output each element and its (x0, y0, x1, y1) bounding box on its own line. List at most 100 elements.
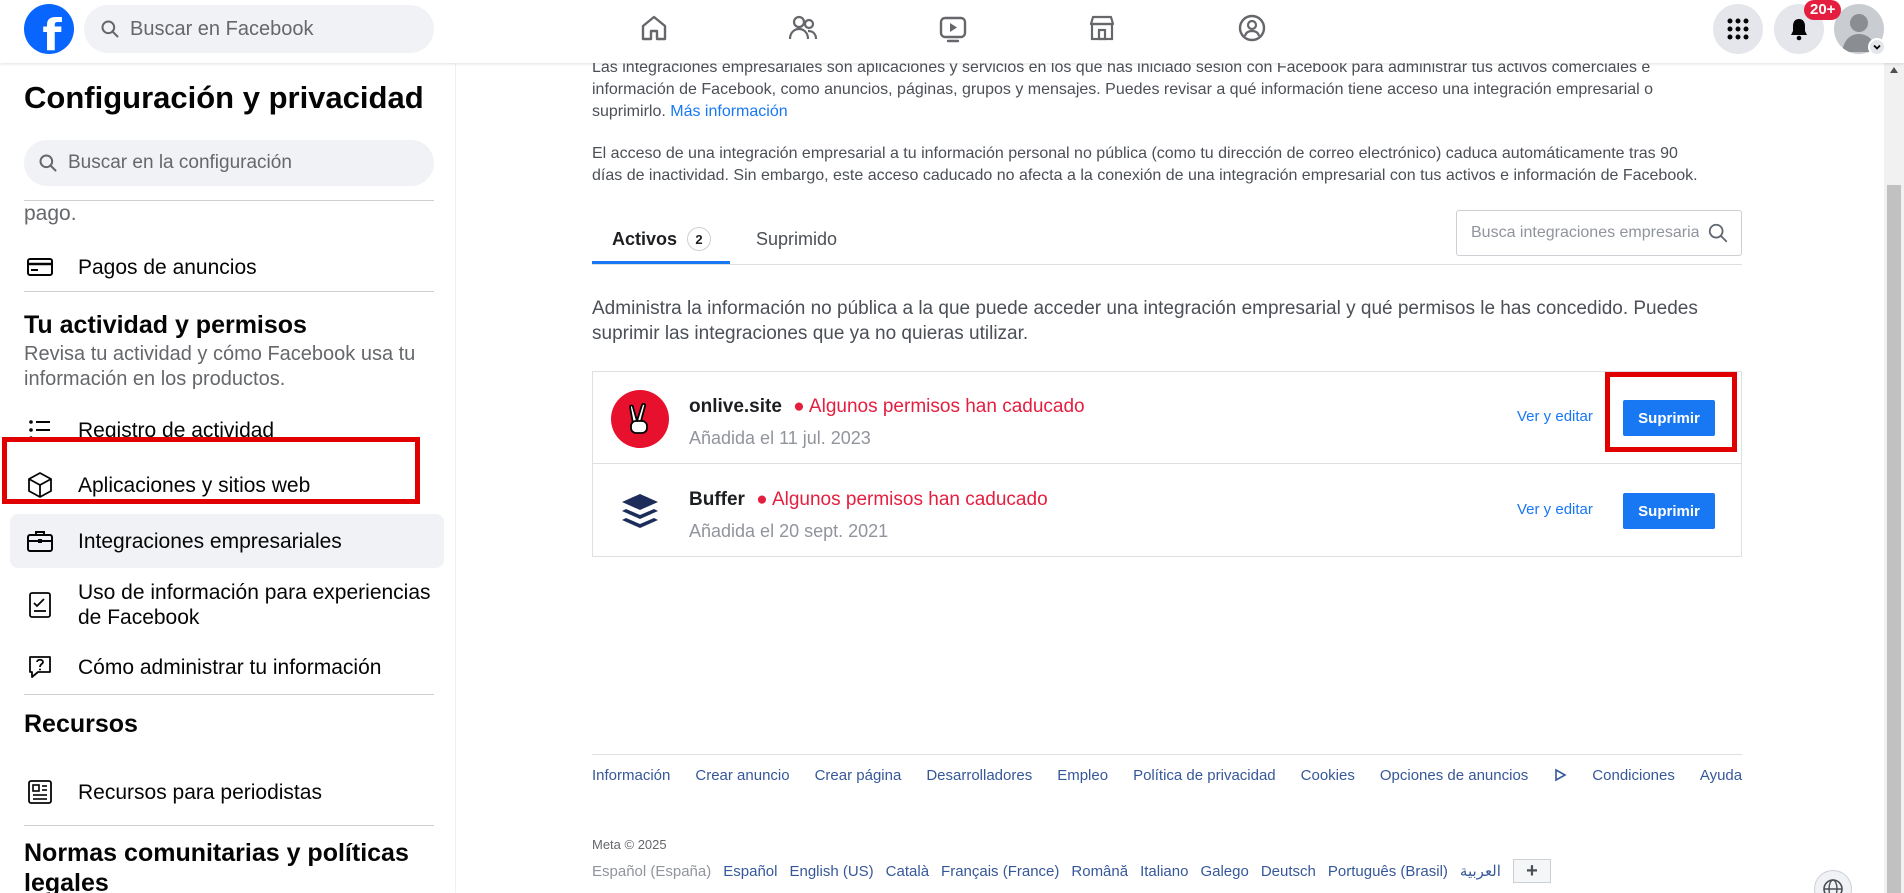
question-bubble-icon (24, 651, 56, 683)
footer-link[interactable]: Cookies (1301, 767, 1355, 784)
integration-search-placeholder: Busca integraciones empresariales (1471, 224, 1699, 241)
sidebar-item-ad-payments[interactable]: Pagos de anuncios (10, 247, 444, 287)
highlight-box (1605, 372, 1737, 452)
warning-text: Algunos permisos han caducado (771, 489, 1048, 510)
footer-links: Información Crear anuncio Crear página D… (592, 767, 1767, 784)
grid-icon (1727, 18, 1749, 40)
footer-link[interactable]: Política de privacidad (1133, 767, 1276, 784)
newspaper-icon (24, 776, 56, 808)
divider (24, 200, 434, 201)
sidebar-item-label: Cómo administrar tu información (78, 655, 382, 679)
language-link[interactable]: العربية (1460, 862, 1501, 880)
integration-name: Buffer ● Algunos permisos han caducado (689, 489, 1048, 511)
language-link[interactable]: Română (1071, 863, 1128, 880)
more-languages-button[interactable]: + (1512, 859, 1551, 883)
warning-text: Algunos permisos han caducado (808, 396, 1085, 417)
briefcase-icon (24, 525, 56, 557)
checklist-icon (24, 589, 56, 621)
tab-active-label: Activos (612, 228, 678, 249)
truncated-text: pago. (24, 202, 77, 225)
integration-date: Añadida el 20 sept. 2021 (689, 521, 889, 541)
footer-link[interactable]: Condiciones (1592, 767, 1675, 784)
facebook-logo-letter: f (42, 10, 62, 55)
sidebar-item-business-integrations[interactable]: Integraciones empresariales (10, 514, 444, 568)
expiry-paragraph: El acceso de una integración empresarial… (592, 145, 1698, 184)
scroll-up-arrow-icon[interactable] (1890, 67, 1898, 73)
language-link[interactable]: English (US) (789, 863, 873, 880)
credit-card-icon (24, 251, 56, 283)
section-title-norms: Normas comunitarias y políticas legales (24, 839, 409, 893)
facebook-logo[interactable]: f (24, 4, 74, 54)
language-link[interactable]: Deutsch (1261, 863, 1316, 880)
facebook-search-input[interactable]: Buscar en Facebook (84, 5, 434, 53)
integration-name: onlive.site ● Algunos permisos han caduc… (689, 396, 1085, 418)
list-item: onlive.site ● Algunos permisos han caduc… (593, 372, 1741, 464)
scrollbar-thumb[interactable] (1887, 185, 1901, 893)
footer-link[interactable]: Información (592, 767, 670, 784)
integration-list: onlive.site ● Algunos permisos han caduc… (592, 371, 1742, 557)
footer-link-label: Opciones de anuncios (1379, 767, 1529, 784)
onlive-logo (611, 390, 669, 448)
sidebar-item-label: Pagos de anuncios (78, 255, 257, 279)
bell-icon (1791, 19, 1807, 41)
scrollbar[interactable] (1884, 63, 1904, 893)
language-link[interactable]: Galego (1200, 863, 1248, 880)
marketplace-icon[interactable] (1080, 8, 1124, 48)
main-content: Las integraciones empresariales son apli… (456, 59, 1886, 893)
copyright: Meta © 2025 (592, 837, 667, 852)
language-link[interactable]: Français (France) (941, 863, 1059, 880)
search-icon (39, 154, 57, 172)
search-icon (101, 20, 119, 38)
remove-button[interactable]: Suprimir (1623, 493, 1715, 529)
intro-paragraph: Las integraciones empresariales son apli… (592, 57, 1702, 123)
divider (24, 291, 434, 292)
view-edit-link[interactable]: Ver y editar (1517, 501, 1593, 518)
integration-name-text: onlive.site (689, 396, 782, 417)
section-title-activity: Tu actividad y permisos (24, 311, 307, 339)
footer-link[interactable]: Crear anuncio (695, 767, 789, 784)
language-link[interactable]: Català (886, 863, 929, 880)
more-info-link[interactable]: Más información (670, 103, 787, 120)
footer-link[interactable]: Crear página (815, 767, 902, 784)
watch-icon[interactable] (931, 8, 975, 48)
view-edit-link[interactable]: Ver y editar (1517, 408, 1593, 425)
current-language: Español (España) (592, 862, 712, 880)
language-link[interactable]: Italiano (1140, 863, 1188, 880)
footer-link-ad-choices[interactable]: Opciones de anuncios (1380, 767, 1567, 784)
integration-search-input[interactable]: Busca integraciones empresariales (1456, 210, 1742, 256)
sidebar-item-info-usage[interactable]: Uso de información para experiencias de … (10, 575, 444, 635)
top-navigation-bar: f Buscar en Facebook 20+ (0, 0, 1904, 63)
language-selector: Español (España) Español English (US) Ca… (592, 859, 1551, 883)
status-warning: ● Algunos permisos han caducado (756, 489, 1048, 510)
groups-icon[interactable] (1230, 8, 1274, 48)
settings-search-input[interactable]: Buscar en la configuración (24, 140, 434, 186)
ad-choices-icon (1555, 768, 1567, 782)
sidebar-item-journalist-resources[interactable]: Recursos para periodistas (10, 771, 444, 813)
footer-link[interactable]: Desarrolladores (926, 767, 1032, 784)
admin-description: Administra la información no pública a l… (592, 298, 1698, 344)
integration-name-text: Buffer (689, 489, 745, 510)
highlight-box (2, 437, 420, 504)
friends-icon[interactable] (781, 8, 825, 48)
integration-date: Añadida el 11 jul. 2023 (689, 428, 871, 448)
sidebar-item-label: Uso de información para experiencias de … (78, 581, 431, 629)
language-link[interactable]: Português (Brasil) (1328, 863, 1448, 880)
chevron-down-icon[interactable] (1868, 38, 1886, 56)
tab-removed[interactable]: Suprimido (756, 213, 837, 265)
footer-link[interactable]: Empleo (1057, 767, 1108, 784)
sidebar-item-manage-info[interactable]: Cómo administrar tu información (10, 647, 444, 687)
section-title-resources: Recursos (24, 710, 138, 738)
page-title: Configuración y privacidad (24, 80, 424, 115)
language-link[interactable]: Español (723, 863, 777, 880)
sidebar-item-label: Integraciones empresariales (78, 529, 342, 553)
sidebar-item-label: Recursos para periodistas (78, 780, 322, 804)
notifications-badge: 20+ (1804, 0, 1842, 20)
search-icon (1708, 223, 1728, 243)
home-icon[interactable] (632, 8, 676, 48)
tab-active-count: 2 (687, 227, 712, 251)
buffer-logo (611, 483, 669, 541)
section-description-activity: Revisa tu actividad y cómo Facebook usa … (24, 343, 416, 390)
tab-active[interactable]: Activos 2 (592, 213, 726, 265)
footer-link[interactable]: Ayuda (1700, 767, 1742, 784)
menu-grid-button[interactable] (1713, 4, 1763, 54)
